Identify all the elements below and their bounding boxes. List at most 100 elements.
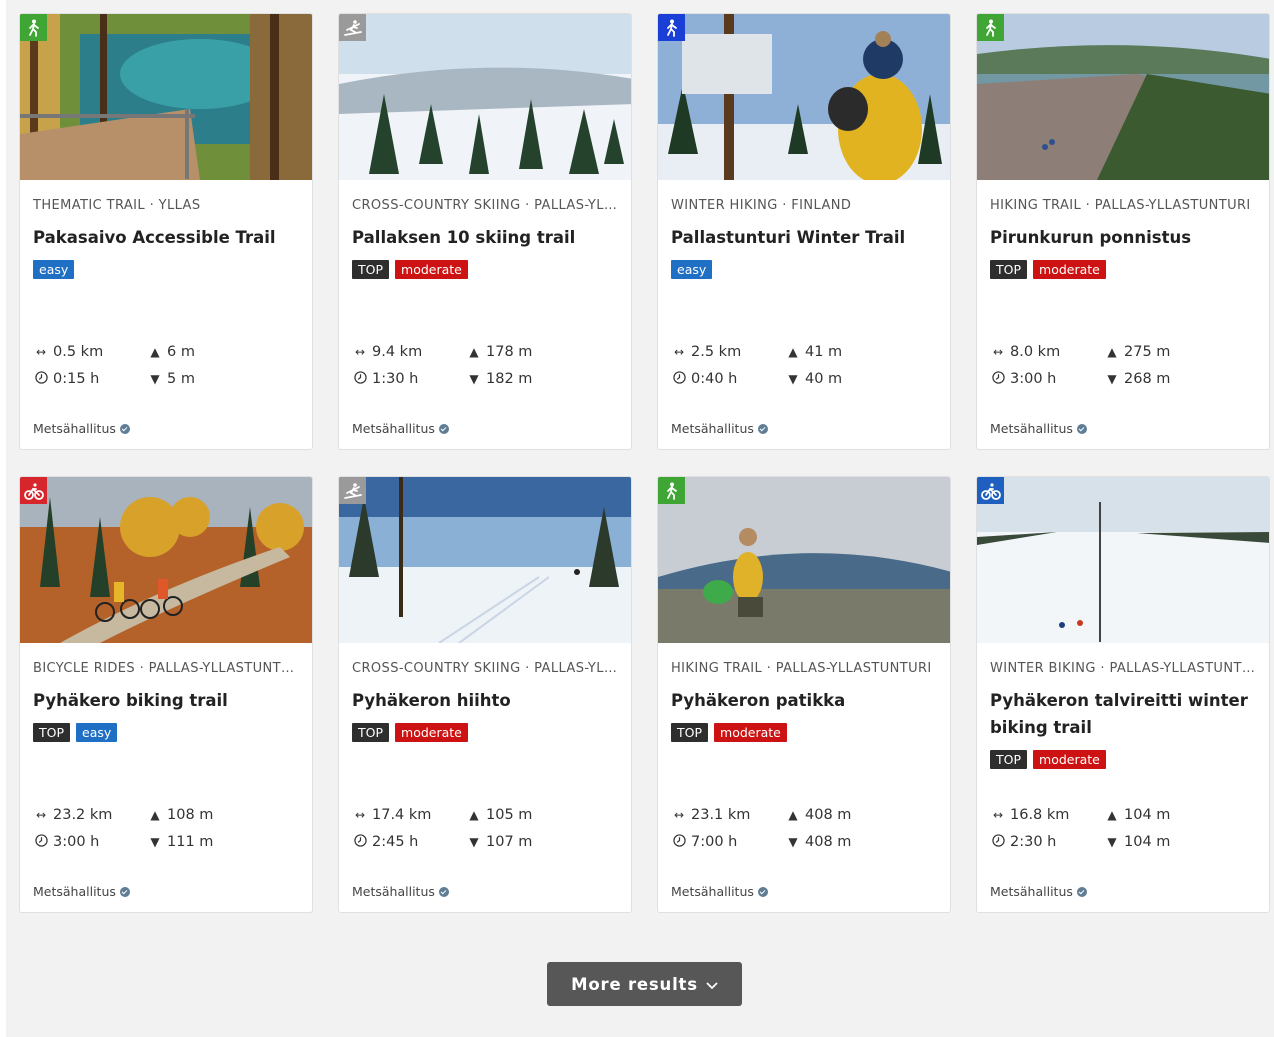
length-icon: ↔ bbox=[35, 808, 47, 822]
verified-icon bbox=[1076, 886, 1087, 897]
clock-icon bbox=[990, 834, 1006, 850]
trail-card[interactable]: THEMATIC TRAIL · YLLÄS Pakasaivo Accessi… bbox=[19, 13, 313, 450]
trail-stats: ↔ 16.8 km 2:30 h ▲ 104 m ▼ 104 m bbox=[990, 807, 1260, 859]
provider-name: Metsähallitus bbox=[352, 421, 435, 436]
trail-title[interactable]: Pyhäkero biking trail bbox=[33, 687, 299, 714]
badge-top: TOP bbox=[352, 723, 390, 742]
provider[interactable]: Metsähallitus bbox=[33, 421, 130, 436]
length-icon: ↔ bbox=[992, 808, 1004, 822]
trail-card[interactable]: BICYCLE RIDES · PALLAS-YLLÄSTUNTURI Pyhä… bbox=[19, 476, 313, 913]
ascent-icon: ▲ bbox=[788, 345, 798, 359]
length-value: 0.5 km bbox=[53, 344, 104, 360]
trail-photo[interactable] bbox=[339, 14, 631, 180]
trail-photo[interactable] bbox=[658, 14, 950, 180]
badges: TOP moderate bbox=[990, 260, 1256, 280]
verified-icon bbox=[119, 423, 130, 434]
trail-title[interactable]: Pyhäkeron talvireitti winter biking trai… bbox=[990, 687, 1256, 741]
length-stat: ↔ 8.0 km bbox=[990, 344, 1060, 360]
provider[interactable]: Metsähallitus bbox=[33, 884, 130, 899]
ascent-value: 275 m bbox=[1124, 344, 1171, 360]
length-stat: ↔ 9.4 km bbox=[352, 344, 422, 360]
trail-photo-image bbox=[977, 477, 1269, 643]
badge-moderate: moderate bbox=[1033, 750, 1106, 769]
badges: TOP moderate bbox=[671, 723, 937, 743]
length-stat: ↔ 16.8 km bbox=[990, 807, 1069, 823]
trail-card[interactable]: CROSS-COUNTRY SKIING · PALLAS-YLLÄSTUNTU… bbox=[338, 476, 632, 913]
trail-title[interactable]: Pyhäkeron patikka bbox=[671, 687, 937, 714]
length-icon: ↔ bbox=[673, 808, 685, 822]
ascent-stat: ▲ 105 m bbox=[466, 807, 532, 823]
descent-stat: ▼ 5 m bbox=[147, 371, 195, 387]
clock-icon bbox=[671, 834, 687, 850]
ascent-icon: ▲ bbox=[150, 808, 160, 822]
cross-country-skiing-icon bbox=[339, 477, 366, 504]
verified-icon bbox=[1076, 423, 1087, 434]
ascent-stat: ▲ 408 m bbox=[785, 807, 851, 823]
ascent-icon: ▲ bbox=[788, 808, 798, 822]
provider[interactable]: Metsähallitus bbox=[990, 884, 1087, 899]
ascent-icon: ▲ bbox=[150, 345, 160, 359]
trail-photo-image bbox=[658, 477, 950, 643]
trail-photo[interactable] bbox=[339, 477, 631, 643]
trail-photo[interactable] bbox=[977, 14, 1269, 180]
badge-easy: easy bbox=[671, 260, 713, 279]
trail-card[interactable]: WINTER BIKING · PALLAS-YLLÄSTUNTURI Pyhä… bbox=[976, 476, 1270, 913]
ascent-stat: ▲ 178 m bbox=[466, 344, 532, 360]
ascent-icon: ▲ bbox=[1107, 345, 1117, 359]
trail-title[interactable]: Pallastunturi Winter Trail bbox=[671, 224, 937, 251]
descent-icon: ▼ bbox=[788, 372, 798, 386]
duration-stat: 0:15 h bbox=[33, 371, 99, 387]
ascent-icon: ▲ bbox=[469, 345, 479, 359]
more-results-button[interactable]: More results bbox=[547, 962, 742, 1006]
length-value: 9.4 km bbox=[372, 344, 423, 360]
trail-stats: ↔ 17.4 km 2:45 h ▲ 105 m ▼ 107 m bbox=[352, 807, 622, 859]
provider[interactable]: Metsähallitus bbox=[671, 421, 768, 436]
results-grid: THEMATIC TRAIL · YLLÄS Pakasaivo Accessi… bbox=[19, 13, 1270, 913]
ascent-stat: ▲ 108 m bbox=[147, 807, 213, 823]
badges: TOP moderate bbox=[352, 260, 618, 280]
provider-name: Metsähallitus bbox=[990, 421, 1073, 436]
provider[interactable]: Metsähallitus bbox=[352, 421, 449, 436]
ascent-value: 6 m bbox=[167, 344, 195, 360]
provider[interactable]: Metsähallitus bbox=[990, 421, 1087, 436]
trail-card[interactable]: HIKING TRAIL · PALLAS-YLLÄSTUNTURI Pyhäk… bbox=[657, 476, 951, 913]
trail-card[interactable]: CROSS-COUNTRY SKIING · PALLAS-YLLÄSTUNTU… bbox=[338, 13, 632, 450]
duration-stat: 2:45 h bbox=[352, 834, 418, 850]
duration-value: 0:40 h bbox=[691, 371, 738, 387]
ascent-icon: ▲ bbox=[469, 808, 479, 822]
provider[interactable]: Metsähallitus bbox=[671, 884, 768, 899]
accessible-hiking-icon bbox=[20, 14, 47, 41]
trail-card[interactable]: HIKING TRAIL · PALLAS-YLLÄSTUNTURI Pirun… bbox=[976, 13, 1270, 450]
verified-icon bbox=[438, 886, 449, 897]
trail-stats: ↔ 23.2 km 3:00 h ▲ 108 m ▼ 111 m bbox=[33, 807, 303, 859]
trail-photo[interactable] bbox=[977, 477, 1269, 643]
trail-title[interactable]: Pirunkurun ponnistus bbox=[990, 224, 1256, 251]
badges: easy bbox=[33, 260, 299, 280]
descent-stat: ▼ 408 m bbox=[785, 834, 851, 850]
provider[interactable]: Metsähallitus bbox=[352, 884, 449, 899]
clock-icon bbox=[352, 371, 368, 387]
trail-title[interactable]: Pyhäkeron hiihto bbox=[352, 687, 618, 714]
length-value: 16.8 km bbox=[1010, 807, 1070, 823]
trail-photo[interactable] bbox=[20, 14, 312, 180]
trail-category: THEMATIC TRAIL · YLLÄS bbox=[33, 198, 201, 213]
badges: easy bbox=[671, 260, 937, 280]
trail-photo[interactable] bbox=[20, 477, 312, 643]
trail-photo-image bbox=[658, 14, 950, 180]
trail-title[interactable]: Pakasaivo Accessible Trail bbox=[33, 224, 299, 251]
length-stat: ↔ 23.1 km bbox=[671, 807, 750, 823]
verified-icon bbox=[119, 886, 130, 897]
descent-icon: ▼ bbox=[469, 835, 479, 849]
trail-photo[interactable] bbox=[658, 477, 950, 643]
descent-icon: ▼ bbox=[1107, 372, 1117, 386]
trail-stats: ↔ 23.1 km 7:00 h ▲ 408 m ▼ 408 m bbox=[671, 807, 941, 859]
duration-value: 2:30 h bbox=[1010, 834, 1057, 850]
trail-title[interactable]: Pallaksen 10 skiing trail bbox=[352, 224, 618, 251]
trail-photo-image bbox=[339, 14, 631, 180]
clock-icon bbox=[33, 834, 49, 850]
duration-stat: 2:30 h bbox=[990, 834, 1056, 850]
trail-category: HIKING TRAIL · PALLAS-YLLÄSTUNTURI bbox=[671, 661, 932, 676]
trail-card[interactable]: WINTER HIKING · FINLAND Pallastunturi Wi… bbox=[657, 13, 951, 450]
more-results-label: More results bbox=[571, 974, 698, 994]
duration-stat: 3:00 h bbox=[990, 371, 1056, 387]
